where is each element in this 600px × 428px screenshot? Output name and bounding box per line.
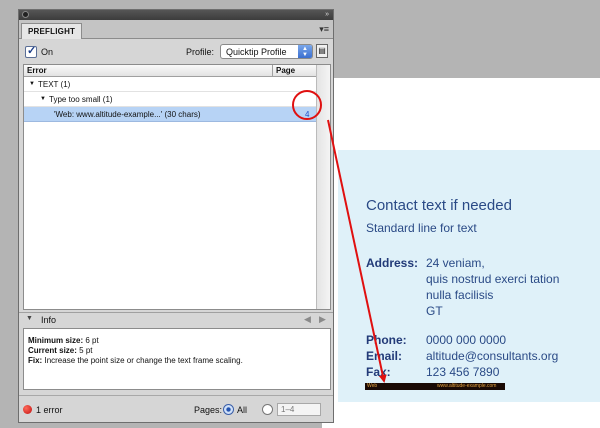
address-line: 24 veniam, <box>426 256 485 270</box>
panel-menu-icon[interactable]: ▾≡ <box>319 24 329 34</box>
info-label: Info <box>41 315 57 325</box>
page-range-input[interactable]: 1–4 <box>277 403 321 416</box>
tree-label: Type too small (1) <box>49 95 113 104</box>
phone-value: 0000 000 0000 <box>426 333 507 347</box>
error-count[interactable]: 1 error <box>36 405 63 415</box>
preflight-panel: » PREFLIGHT ▾≡ ✓ On Profile: Quicktip Pr… <box>18 9 334 423</box>
pages-range-radio[interactable] <box>262 404 273 415</box>
profile-value: Quicktip Profile <box>226 47 287 57</box>
triangle-down-icon[interactable]: ▼ <box>29 77 35 92</box>
annotation-circle <box>292 90 322 120</box>
fix-label: Fix: <box>28 356 43 365</box>
column-header-error[interactable]: Error <box>24 65 273 77</box>
info-box: Minimum size: 6 pt Current size: 5 pt Fi… <box>23 328 331 390</box>
web-label: Web <box>367 383 378 389</box>
phone-label: Phone: <box>366 333 407 347</box>
tree-row-text[interactable]: ▼ TEXT (1) <box>24 77 317 92</box>
error-status-icon <box>23 405 32 414</box>
next-arrow-icon[interactable]: ▶ <box>319 314 326 325</box>
panel-titlebar[interactable]: » <box>19 10 333 20</box>
define-profiles-icon[interactable]: ▤ <box>316 44 328 58</box>
address-label: Address: <box>366 256 419 270</box>
previous-arrow-icon[interactable]: ◀ <box>304 314 311 325</box>
close-icon[interactable] <box>22 11 29 18</box>
address-line: nulla facilisis <box>426 288 494 302</box>
column-header-page[interactable]: Page <box>273 65 317 77</box>
address-line: GT <box>426 304 443 318</box>
tab-preflight[interactable]: PREFLIGHT <box>21 23 83 39</box>
current-size-value: 5 pt <box>79 346 93 355</box>
email-value: altitude@consultants.org <box>426 349 559 363</box>
status-bar: 1 error Pages: All 1–4 <box>19 395 333 422</box>
min-size-value: 6 pt <box>85 336 99 345</box>
checkmark-icon: ✓ <box>27 45 37 57</box>
web-text-frame[interactable]: Web www.altitude-example.com <box>365 383 505 390</box>
profile-label: Profile: <box>186 47 215 57</box>
web-value: www.altitude-example.com <box>437 383 497 389</box>
address-line: quis nostrud exerci tation <box>426 272 560 286</box>
fax-label: Fax: <box>366 365 391 379</box>
doc-subline: Standard line for text <box>366 221 477 235</box>
panel-tabbar: PREFLIGHT ▾≡ <box>19 20 333 39</box>
tree-row-type-too-small[interactable]: ▼ Type too small (1) <box>24 92 317 107</box>
profile-select[interactable]: Quicktip Profile ▲ ▼ <box>220 44 313 59</box>
tree-label: 'Web: www.altitude-example...' (30 chars… <box>54 110 201 119</box>
triangle-down-icon[interactable]: ▼ <box>40 92 46 107</box>
updown-arrows-icon: ▲ ▼ <box>298 45 312 58</box>
fix-value: Increase the point size or change the te… <box>44 356 243 365</box>
pages-label: Pages: <box>194 405 223 415</box>
tree-label: TEXT (1) <box>38 80 71 89</box>
doc-headline: Contact text if needed <box>366 197 512 214</box>
error-list: Error Page ▼ TEXT (1) ▼ Type too small (… <box>23 64 331 310</box>
on-label: On <box>41 47 54 57</box>
info-section-header: ▼ Info ◀ ▶ <box>19 312 333 327</box>
on-checkbox[interactable]: ✓ <box>25 45 37 58</box>
current-size-label: Current size: <box>28 346 77 355</box>
fax-value: 123 456 7890 <box>426 365 500 379</box>
email-label: Email: <box>366 349 403 363</box>
min-size-label: Minimum size: <box>28 336 84 345</box>
tree-row-error-item[interactable]: 'Web: www.altitude-example...' (30 chars… <box>24 107 317 122</box>
pages-all-label: All <box>237 405 248 415</box>
collapse-icon[interactable]: » <box>325 11 329 19</box>
pages-all-radio[interactable] <box>223 404 234 415</box>
triangle-down-icon[interactable]: ▼ <box>26 315 33 322</box>
